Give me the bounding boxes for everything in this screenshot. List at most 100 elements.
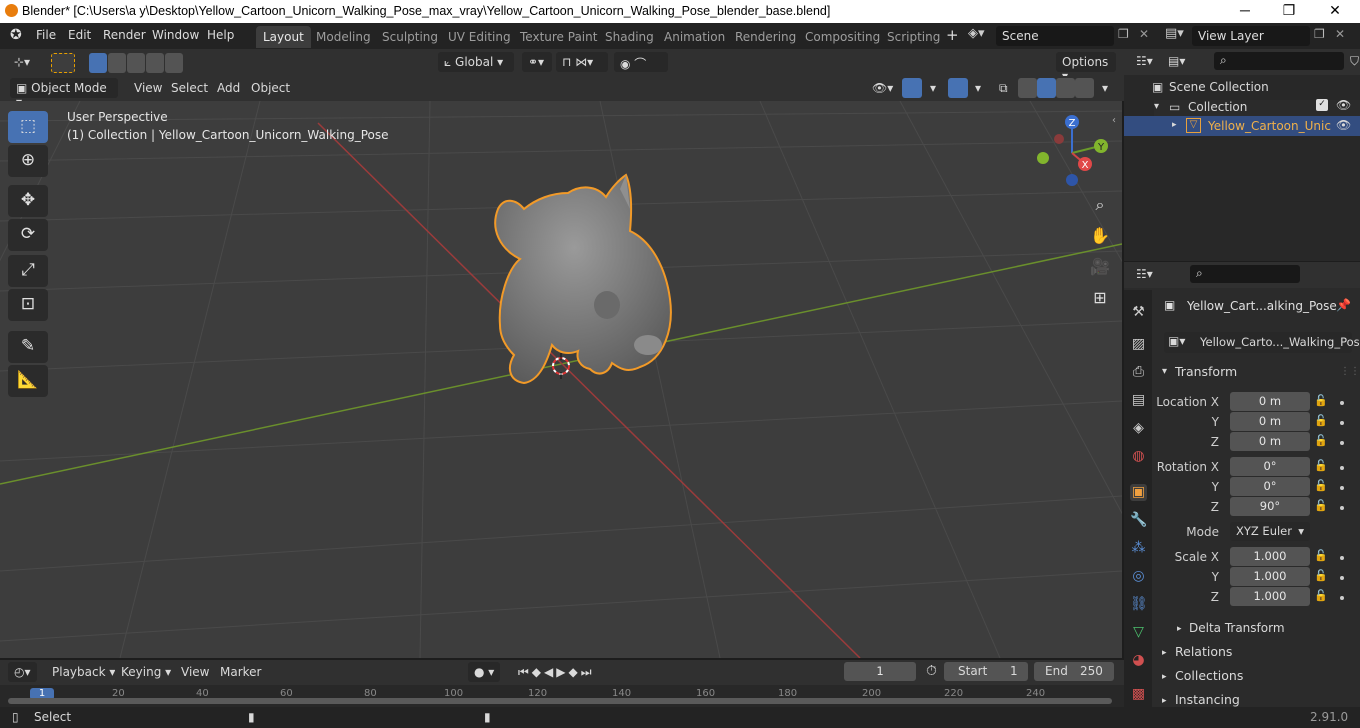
rotation-x-keyframe-dot[interactable] bbox=[1340, 466, 1344, 470]
material-tab-icon[interactable]: ◕ bbox=[1130, 652, 1147, 669]
object-mode-select[interactable]: ▣ Object Mode ▾ bbox=[10, 78, 118, 109]
mode-subtract-icon[interactable] bbox=[127, 53, 145, 73]
menu-help[interactable]: Help bbox=[207, 28, 234, 42]
sidebar-toggle-icon[interactable]: ‹ bbox=[1112, 115, 1116, 126]
location-y-keyframe-dot[interactable] bbox=[1340, 421, 1344, 425]
wireframe-shading-icon[interactable] bbox=[1018, 78, 1037, 98]
3d-viewport[interactable]: User Perspective (1) Collection | Yellow… bbox=[0, 101, 1122, 658]
timeline-menu-playback[interactable]: Playback ▾ bbox=[46, 662, 122, 682]
visibility-icon[interactable]: 👁▾ bbox=[866, 78, 900, 98]
menu-file[interactable]: File bbox=[36, 28, 56, 42]
pivot-point-icon[interactable]: ⚭▾ bbox=[522, 52, 552, 72]
relations-expand-icon[interactable]: ▸ bbox=[1162, 648, 1167, 658]
maximize-button[interactable]: ❐ bbox=[1274, 2, 1304, 19]
rendered-shading-icon[interactable] bbox=[1075, 78, 1094, 98]
viewport-menu-view[interactable]: View bbox=[128, 78, 169, 98]
location-x-keyframe-dot[interactable] bbox=[1340, 401, 1344, 405]
texture-tab-icon[interactable]: ▩ bbox=[1130, 686, 1147, 703]
collection-label[interactable]: Collection bbox=[1188, 100, 1247, 114]
object-visibility-icon[interactable]: 👁 bbox=[1336, 118, 1351, 132]
tab-rendering[interactable]: Rendering bbox=[728, 26, 803, 48]
location-y-lock-icon[interactable]: 🔓 bbox=[1314, 414, 1328, 427]
tab-animation[interactable]: Animation bbox=[657, 26, 732, 48]
mode-new-icon[interactable] bbox=[89, 53, 107, 73]
data-tab-icon[interactable]: ▽ bbox=[1130, 624, 1147, 641]
location-z-keyframe-dot[interactable] bbox=[1340, 441, 1344, 445]
rotation-y-field[interactable]: 0° bbox=[1230, 477, 1310, 496]
mode-intersect-icon[interactable] bbox=[165, 53, 183, 73]
tool-annotate[interactable]: ✎ bbox=[8, 331, 48, 363]
shading-dropdown-icon[interactable]: ▾ bbox=[1096, 78, 1115, 98]
proportional-editing-icon[interactable]: ◉ ⌒ bbox=[614, 52, 668, 72]
gizmo-toggle-icon[interactable] bbox=[902, 78, 922, 98]
location-z-lock-icon[interactable]: 🔓 bbox=[1314, 434, 1328, 447]
view-layer-icon[interactable]: ▤▾ bbox=[1165, 26, 1184, 41]
object-expand-icon[interactable]: ▸ bbox=[1172, 120, 1177, 130]
properties-search-field[interactable]: ⌕ bbox=[1190, 265, 1300, 283]
new-view-layer-icon[interactable]: ❐ bbox=[1314, 27, 1325, 41]
tool-transform[interactable]: ⊡ bbox=[8, 289, 48, 321]
transform-expand-icon[interactable]: ▾ bbox=[1162, 366, 1167, 377]
scene-collection-label[interactable]: Scene Collection bbox=[1169, 80, 1269, 94]
unicorn-model[interactable] bbox=[480, 169, 700, 399]
playback-controls-icon[interactable]: ⏮◆◀▶◆⏭ bbox=[512, 662, 632, 682]
options-dropdown[interactable]: Options ▾ bbox=[1056, 52, 1116, 83]
rotation-mode-select[interactable]: XYZ Euler ▾ bbox=[1230, 522, 1310, 541]
menu-window[interactable]: Window bbox=[152, 28, 199, 42]
delta-expand-icon[interactable]: ▸ bbox=[1177, 624, 1182, 634]
overlay-toggle-icon[interactable] bbox=[948, 78, 968, 98]
viewport-menu-add[interactable]: Add bbox=[211, 78, 247, 98]
rotation-z-keyframe-dot[interactable] bbox=[1340, 506, 1344, 510]
pin-icon[interactable]: 📌 bbox=[1336, 298, 1351, 312]
scale-y-lock-icon[interactable]: 🔓 bbox=[1314, 569, 1328, 582]
tool-measure[interactable]: 📐 bbox=[8, 365, 48, 397]
zoom-icon[interactable]: ⌕ bbox=[1086, 191, 1114, 219]
editor-type-icon[interactable]: ⊹▾ bbox=[8, 52, 37, 72]
material-shading-icon[interactable] bbox=[1056, 78, 1075, 98]
tab-compositing[interactable]: Compositing bbox=[798, 26, 887, 48]
navigation-gizmo[interactable]: Z Y X bbox=[1034, 115, 1114, 195]
perspective-toggle-icon[interactable]: ⊞ bbox=[1086, 284, 1114, 312]
outliner-editor-icon[interactable]: ☷▾ bbox=[1136, 54, 1153, 68]
timeline-menu-view[interactable]: View bbox=[175, 662, 216, 682]
tool-tab-icon[interactable]: ⚒ bbox=[1130, 304, 1147, 321]
timeline-menu-marker[interactable]: Marker bbox=[214, 662, 268, 682]
mode-extend-icon[interactable] bbox=[108, 53, 126, 73]
scale-y-keyframe-dot[interactable] bbox=[1340, 576, 1344, 580]
delta-transform-header[interactable]: Delta Transform bbox=[1189, 621, 1285, 635]
tool-scale[interactable]: ⤢ bbox=[8, 255, 48, 287]
menu-edit[interactable]: Edit bbox=[68, 28, 91, 42]
outliner-search-field[interactable]: ⌕ bbox=[1214, 52, 1344, 70]
delete-view-layer-icon[interactable]: ✕ bbox=[1335, 27, 1345, 41]
transform-section-header[interactable]: Transform bbox=[1175, 364, 1237, 379]
pan-hand-icon[interactable]: ✋ bbox=[1086, 222, 1114, 250]
location-y-field[interactable]: 0 m bbox=[1230, 412, 1310, 431]
tab-modeling[interactable]: Modeling bbox=[309, 26, 378, 48]
render-tab-icon[interactable]: ▨ bbox=[1130, 336, 1147, 353]
transform-drag-handle-icon[interactable]: ⋮⋮ bbox=[1340, 366, 1360, 377]
filter-icon[interactable]: ⛉ bbox=[1350, 54, 1359, 69]
location-x-lock-icon[interactable]: 🔓 bbox=[1314, 394, 1328, 407]
rotation-z-field[interactable]: 90° bbox=[1230, 497, 1310, 516]
collections-header[interactable]: Collections bbox=[1175, 668, 1243, 683]
tab-scripting[interactable]: Scripting bbox=[880, 26, 947, 48]
scene-name-field[interactable]: Scene bbox=[996, 26, 1114, 46]
close-button[interactable]: ✕ bbox=[1320, 2, 1350, 19]
viewport-menu-object[interactable]: Object bbox=[245, 78, 297, 98]
blender-menu-icon[interactable]: ✪ bbox=[10, 27, 22, 43]
collections-expand-icon[interactable]: ▸ bbox=[1162, 672, 1167, 682]
tab-texture-paint[interactable]: Texture Paint bbox=[513, 26, 604, 48]
camera-view-icon[interactable]: 🎥 bbox=[1086, 253, 1114, 281]
stopwatch-icon[interactable]: ⏱ bbox=[926, 663, 937, 679]
add-workspace-button[interactable]: + bbox=[946, 26, 959, 44]
scale-x-lock-icon[interactable]: 🔓 bbox=[1314, 549, 1328, 562]
scale-x-field[interactable]: 1.000 bbox=[1230, 547, 1310, 566]
tool-rotate[interactable]: ⟳ bbox=[8, 219, 48, 251]
menu-render[interactable]: Render bbox=[103, 28, 146, 42]
scale-z-keyframe-dot[interactable] bbox=[1340, 596, 1344, 600]
gizmo-dropdown-icon[interactable]: ▾ bbox=[924, 78, 943, 98]
collection-checkbox[interactable]: ✓ bbox=[1316, 99, 1328, 111]
rotation-z-lock-icon[interactable]: 🔓 bbox=[1314, 499, 1328, 512]
timeline-scrollbar[interactable] bbox=[8, 698, 1112, 704]
tool-cursor[interactable]: ⊕ bbox=[8, 145, 48, 177]
